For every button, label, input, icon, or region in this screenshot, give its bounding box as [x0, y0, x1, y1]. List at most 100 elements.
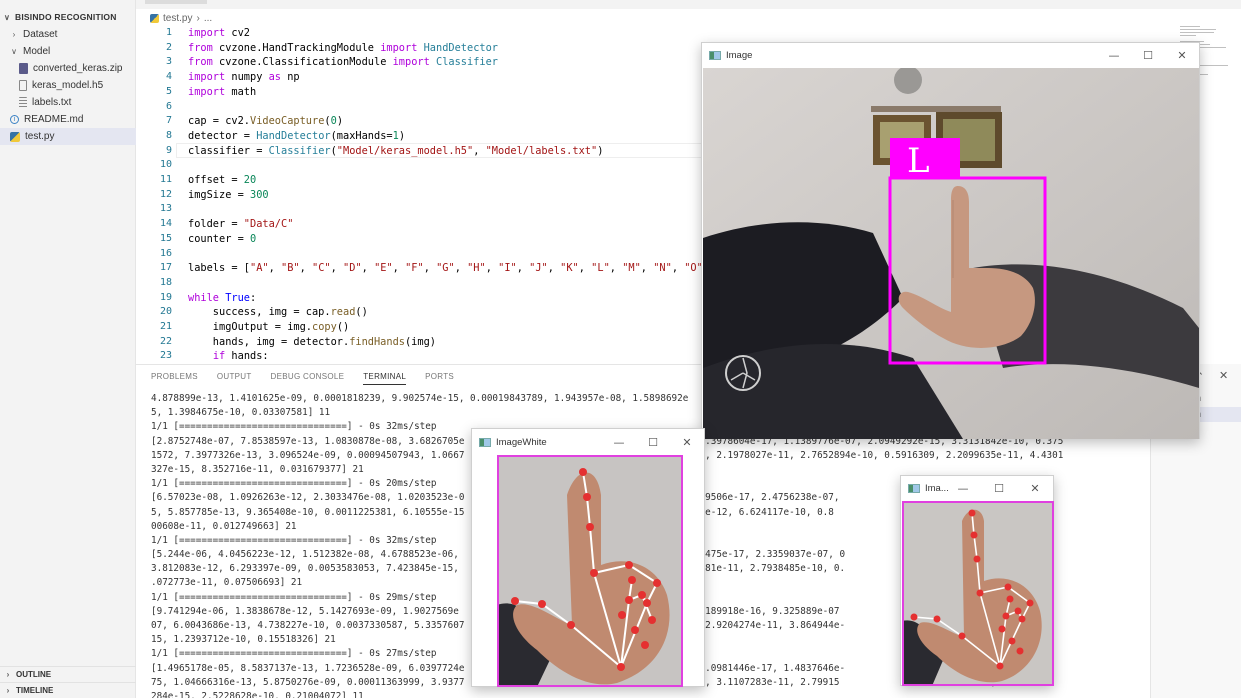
- chevron-down-icon: ∨: [11, 47, 17, 56]
- chevron-right-icon: ›: [6, 670, 10, 679]
- line-number: 21: [159, 321, 172, 332]
- timeline-label: TIMELINE: [16, 686, 54, 695]
- editor-tab-strip: [136, 0, 1241, 9]
- image-window[interactable]: Image — ☐ ✕ L: [701, 42, 1200, 439]
- sidebar-item-label: keras_model.h5: [32, 80, 104, 91]
- close-button[interactable]: ✕: [1165, 49, 1199, 62]
- sidebar-item-label: README.md: [24, 114, 84, 125]
- line-number: 22: [159, 335, 172, 347]
- code-line: from cvzone.HandTrackingModule import Ha…: [188, 41, 499, 54]
- window-titlebar[interactable]: Image — ☐ ✕: [702, 43, 1199, 67]
- maximize-button[interactable]: ☐: [636, 436, 670, 449]
- zip-file-icon: [19, 63, 28, 74]
- line-number: 4: [165, 71, 172, 83]
- sidebar-item-readme[interactable]: i README.md: [0, 111, 136, 128]
- minimize-button[interactable]: —: [1097, 49, 1131, 62]
- code-line: import numpy as np: [188, 71, 300, 84]
- sidebar-item-converted-keras[interactable]: converted_keras.zip: [0, 60, 136, 77]
- breadcrumb-separator: ›: [196, 12, 200, 24]
- window-titlebar[interactable]: ImageWhite — ☐ ✕: [472, 429, 704, 455]
- tab-debug-console[interactable]: DEBUG CONSOLE: [271, 372, 345, 385]
- image-white-window[interactable]: ImageWhite — ☐ ✕: [471, 428, 705, 687]
- line-number: 13: [159, 203, 172, 215]
- tab-output[interactable]: OUTPUT: [217, 372, 252, 385]
- line-number: 7: [165, 115, 172, 127]
- line-number: 2: [165, 41, 172, 53]
- minimize-button[interactable]: —: [602, 436, 636, 449]
- explorer-project-header[interactable]: ∨ BISINDO RECOGNITION: [0, 10, 136, 24]
- tab-problems[interactable]: PROBLEMS: [151, 372, 198, 385]
- line-number: 17: [159, 262, 172, 274]
- webcam-frame: L: [703, 68, 1199, 439]
- code-line: from cvzone.ClassificationModule import …: [188, 56, 498, 69]
- breadcrumb: test.py › ...: [150, 11, 212, 25]
- line-number: 14: [159, 218, 172, 230]
- line-number: 3: [165, 56, 172, 68]
- sidebar-item-dataset[interactable]: › Dataset: [0, 26, 136, 43]
- tab-ports[interactable]: PORTS: [425, 372, 454, 385]
- app-icon: [479, 437, 491, 447]
- window-title: Image: [726, 49, 753, 61]
- sidebar-item-label: Dataset: [23, 29, 58, 40]
- sidebar-item-label: converted_keras.zip: [33, 63, 123, 74]
- explorer-sidebar: ∨ BISINDO RECOGNITION › Dataset ∨ Model …: [0, 0, 136, 698]
- line-number: 9: [165, 144, 172, 156]
- code-line: while True:: [188, 291, 257, 304]
- panel-tabs: PROBLEMS OUTPUT DEBUG CONSOLE TERMINAL P…: [151, 372, 454, 385]
- code-line: imgOutput = img.copy(): [188, 321, 350, 333]
- file-icon: [19, 80, 27, 91]
- code-line: labels = ["A", "B", "C", "D", "E", "F", …: [188, 262, 709, 275]
- code-line: cap = cv2.VideoCapture(0): [188, 115, 344, 128]
- hand-landmark-image: [497, 455, 683, 687]
- close-button[interactable]: ✕: [670, 436, 704, 449]
- line-number: 11: [159, 174, 172, 185]
- sidebar-item-keras-model[interactable]: keras_model.h5: [0, 77, 136, 94]
- outline-label: OUTLINE: [16, 670, 52, 679]
- editor-tab[interactable]: [145, 0, 207, 4]
- sidebar-item-label: test.py: [25, 131, 55, 142]
- breadcrumb-rest[interactable]: ...: [204, 13, 212, 24]
- python-file-icon: [150, 13, 159, 23]
- code-line: success, img = cap.read(): [188, 306, 368, 319]
- code-line: import cv2: [188, 27, 251, 39]
- code-line: if hands:: [212, 350, 269, 363]
- chevron-right-icon: ›: [6, 686, 10, 695]
- line-number: 20: [159, 306, 172, 318]
- close-panel-icon[interactable]: ✕: [1219, 369, 1228, 382]
- image-crop-window[interactable]: Ima... — ☐ ✕: [900, 475, 1054, 686]
- maximize-button[interactable]: ☐: [1131, 49, 1165, 62]
- line-number: 15: [159, 232, 172, 244]
- code-line: classifier = Classifier("Model/keras_mod…: [188, 144, 604, 157]
- outline-section[interactable]: › OUTLINE: [0, 666, 136, 682]
- code-line: offset = 20: [188, 174, 257, 186]
- code-line: import math: [188, 85, 257, 98]
- window-titlebar[interactable]: Ima... — ☐ ✕: [901, 476, 1053, 501]
- breadcrumb-file[interactable]: test.py: [163, 13, 192, 24]
- line-number: 5: [165, 85, 172, 97]
- prediction-label: L: [907, 141, 930, 181]
- text-file-icon: [19, 97, 27, 108]
- line-number: 12: [159, 188, 172, 200]
- close-button[interactable]: ✕: [1017, 482, 1053, 495]
- code-line: imgSize = 300: [188, 188, 269, 201]
- window-title: ImageWhite: [496, 436, 547, 448]
- project-title: BISINDO RECOGNITION: [15, 12, 117, 22]
- line-number: 19: [159, 291, 172, 303]
- line-number: 16: [159, 247, 172, 259]
- line-number: 23: [159, 350, 172, 362]
- chevron-down-icon: ∨: [3, 12, 11, 22]
- sidebar-item-model[interactable]: ∨ Model: [0, 43, 136, 60]
- sidebar-item-label: labels.txt: [32, 97, 72, 108]
- minimize-button[interactable]: —: [945, 482, 981, 495]
- app-icon: [908, 484, 920, 493]
- tab-terminal[interactable]: TERMINAL: [363, 372, 407, 385]
- maximize-button[interactable]: ☐: [981, 482, 1017, 495]
- sidebar-item-test-py[interactable]: test.py: [0, 128, 136, 145]
- line-number: 6: [165, 100, 172, 112]
- info-icon: i: [10, 115, 19, 124]
- line-number: 18: [159, 276, 172, 288]
- timeline-section[interactable]: › TIMELINE: [0, 682, 136, 698]
- sidebar-item-labels[interactable]: labels.txt: [0, 94, 136, 111]
- code-line: detector = HandDetector(maxHands=1): [188, 129, 406, 142]
- sidebar-item-label: Model: [23, 46, 51, 57]
